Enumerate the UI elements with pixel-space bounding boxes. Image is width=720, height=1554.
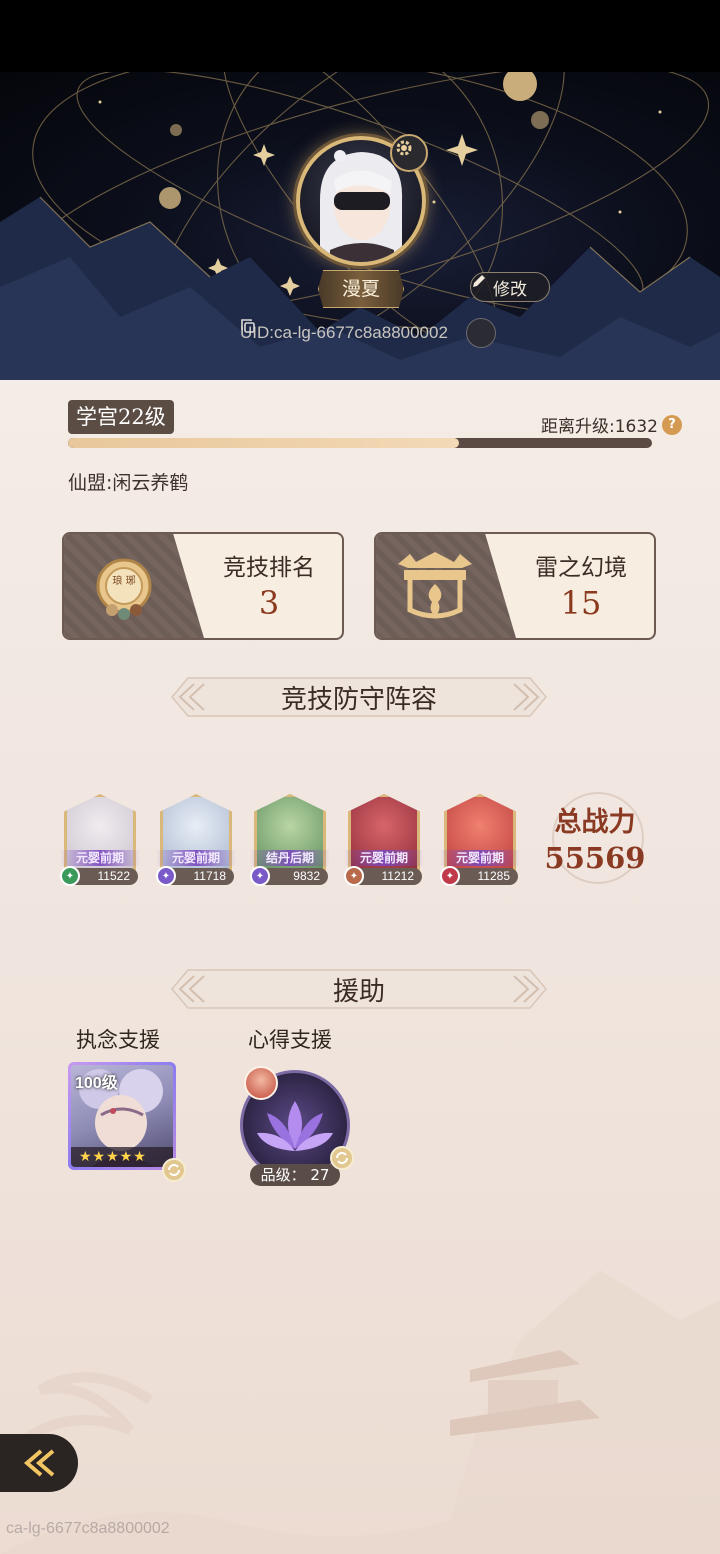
hero-realm: 元婴前期 (440, 850, 520, 866)
thunder-realm-card[interactable]: 雷之幻境 15 (374, 532, 656, 640)
refresh-icon (336, 1152, 348, 1164)
medal-text: 琅 琊 (112, 574, 135, 587)
scroll-class-icon: ✦ (60, 866, 80, 886)
back-arrow-icon (23, 1449, 55, 1477)
exp-progress-bar (68, 438, 652, 448)
back-button[interactable] (0, 1434, 78, 1492)
arena-rank-value: 3 (258, 584, 280, 622)
defense-lineup-title: 竞技防守阵容 (280, 684, 437, 715)
insight-hero-mini-avatar (244, 1066, 278, 1100)
swap-insight-icon[interactable] (330, 1146, 354, 1170)
obsession-level: 100级 (75, 1075, 118, 1092)
next-level-info: 距离升级:1632 ? (541, 412, 682, 437)
hero-realm: 元婴前期 (344, 850, 424, 866)
insight-support-label: 心得支援 (248, 1028, 332, 1052)
defense-hero-card[interactable]: 元婴前期 11522 ✦ (60, 794, 140, 890)
insight-grade: 品级： 27 (250, 1164, 340, 1186)
pencil-icon (473, 275, 485, 287)
obsession-support-label: 执念支援 (76, 1028, 160, 1052)
edit-label: 修改 (493, 279, 527, 300)
uid-watermark: ca-lg-6677c8a8800002 (6, 1520, 170, 1537)
assist-title: 援助 (332, 976, 385, 1007)
total-power-label: 总战力 (554, 807, 636, 838)
settings-gear-button[interactable] (390, 134, 428, 172)
sword-class-icon: ✦ (250, 866, 270, 886)
profile-panel: 学宫22级 距离升级:1632 ? 仙盟:闲云养鹤 琅 琊 竞技排名 3 雷之幻… (0, 380, 720, 1554)
thunder-realm-label: 雷之幻境 (535, 555, 627, 581)
pavilion-scenery-background (0, 1270, 720, 1554)
copy-uid-button[interactable] (241, 318, 496, 348)
defense-hero-card[interactable]: 元婴前期 11212 ✦ (344, 794, 424, 890)
uid-row: UID:ca-lg-6677c8a8800002 (240, 318, 496, 348)
edit-name-button[interactable]: 修改 (470, 272, 550, 302)
profile-banner: 漫夏 修改 UID:ca-lg-6677c8a8800002 (0, 72, 720, 380)
defense-hero-card[interactable]: 结丹后期 9832 ✦ (250, 794, 330, 890)
total-power-value: 55569 (544, 841, 646, 875)
thunder-realm-gate-icon (398, 552, 472, 619)
arena-rank-label: 竞技排名 (223, 555, 315, 581)
defense-hero-card[interactable]: 元婴前期 11285 ✦ (440, 794, 520, 890)
total-power: 总战力 55569 (540, 800, 650, 875)
arena-rank-card[interactable]: 琅 琊 竞技排名 3 (62, 532, 344, 640)
copy-icon (241, 319, 255, 333)
gourd-class-icon: ✦ (156, 866, 176, 886)
academy-level-badge: 学宫22级 (68, 400, 174, 434)
hero-realm: 元婴前期 (60, 850, 140, 866)
swap-obsession-icon[interactable] (162, 1158, 186, 1182)
thunder-realm-value: 15 (560, 584, 602, 622)
arena-rank-medal-icon: 琅 琊 (96, 558, 152, 620)
assist-header: 援助 (170, 966, 548, 1012)
defense-lineup-header: 竞技防守阵容 (170, 674, 548, 720)
obsession-stars: ★★★★★ (71, 1147, 173, 1167)
scroll-class-icon: ✦ (440, 866, 460, 886)
obsession-support-card[interactable]: 100级 ★★★★★ (68, 1062, 176, 1170)
defense-hero-card[interactable]: 元婴前期 11718 ✦ (156, 794, 236, 890)
gear-icon (396, 140, 412, 156)
refresh-icon (168, 1164, 180, 1176)
obsession-portrait: 100级 ★★★★★ (71, 1065, 173, 1167)
alliance-name: 仙盟:闲云养鹤 (68, 472, 189, 494)
sword-class-icon: ✦ (344, 866, 364, 886)
hero-realm: 结丹后期 (250, 850, 330, 866)
uid-text: UID:ca-lg-6677c8a8800002 (240, 323, 448, 342)
player-name: 漫夏 (318, 270, 404, 308)
hero-realm: 元婴前期 (156, 850, 236, 866)
next-level-text: 距离升级:1632 (541, 417, 658, 437)
exp-progress-fill (68, 438, 460, 448)
help-icon[interactable]: ? (662, 414, 682, 435)
status-bar (0, 0, 720, 72)
